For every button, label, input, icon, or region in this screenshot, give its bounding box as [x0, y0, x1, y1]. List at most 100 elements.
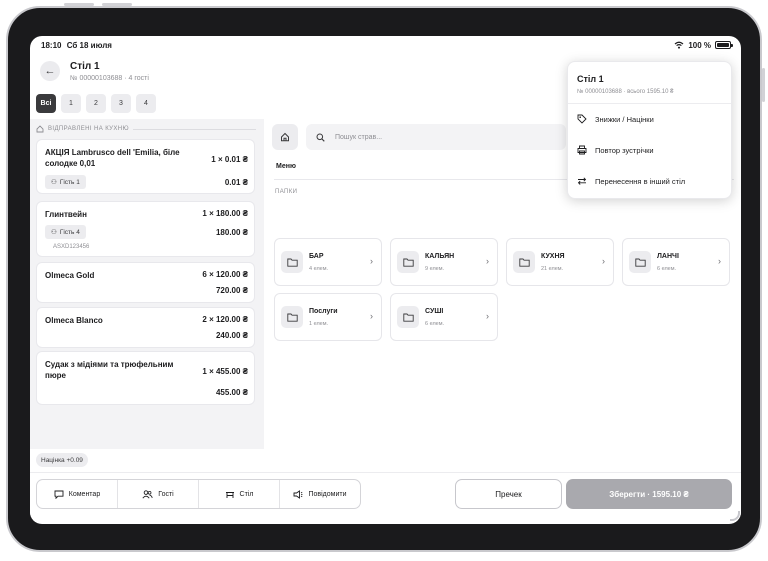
- menu-item-transfer-table[interactable]: Перенесення в інший стіл: [577, 171, 685, 191]
- comment-icon: [54, 490, 64, 499]
- order-item-total: 180.00 ₴: [215, 228, 248, 237]
- order-item[interactable]: Olmeca Blanco 2 × 120.00 ₴ 240.00 ₴: [36, 307, 255, 348]
- hardware-button-top-1: [64, 3, 94, 6]
- tab-guest-4[interactable]: 4: [136, 94, 156, 113]
- comment-button[interactable]: Коментар: [37, 480, 117, 508]
- folder-sushi[interactable]: СУШІ 6 елем. ›: [390, 293, 498, 341]
- home-button[interactable]: [272, 124, 298, 150]
- table-button-label: Стіл: [239, 490, 254, 498]
- guest-tabs: Всі 1 2 3 4: [36, 94, 156, 113]
- save-button[interactable]: Зберегти · 1595.10 ₴: [566, 479, 732, 509]
- folder-bar[interactable]: БАР 4 елем. ›: [274, 238, 382, 286]
- order-item-total: 0.01 ₴: [224, 178, 248, 187]
- order-item-name: Судак з мідіями та трюфельним пюре: [45, 360, 174, 380]
- tab-guest-3[interactable]: 3: [111, 94, 131, 113]
- megaphone-icon: [294, 489, 303, 499]
- order-item-name: Olmeca Blanco: [45, 316, 103, 325]
- folder-count: 1 елем.: [309, 321, 329, 327]
- page-subtitle: № 00000103688 · 4 гості: [70, 74, 149, 82]
- table-icon: [225, 491, 234, 498]
- back-button[interactable]: ←: [40, 61, 60, 81]
- status-bar: 18:10 Сб 18 июля 100 %: [30, 36, 741, 54]
- order-item-quantity: 1 × 180.00 ₴: [202, 209, 248, 218]
- order-item-quantity: 1 × 455.00 ₴: [202, 367, 248, 376]
- battery-icon: [715, 41, 733, 49]
- surcharge-badge[interactable]: Націнка +0.09: [36, 453, 88, 467]
- menu-item-discounts[interactable]: Знижки / Націнки: [577, 109, 654, 129]
- search-input[interactable]: Пошук страв...: [306, 124, 566, 150]
- chevron-right-icon: ›: [486, 256, 489, 266]
- order-item-total: 455.00 ₴: [215, 388, 248, 397]
- folder-icon: [281, 251, 303, 273]
- popover-subtitle: № 00000103688 · всього 1595.10 ₴: [577, 89, 674, 95]
- guests-button[interactable]: Гості: [117, 480, 198, 508]
- popover-divider: [568, 103, 731, 104]
- section-label: ВІДПРАВЛЕНІ НА КУХНЮ: [48, 126, 129, 132]
- page-title: Стіл 1: [70, 60, 100, 72]
- order-item[interactable]: Судак з мідіями та трюфельним пюре 1 × 4…: [36, 351, 255, 405]
- guests-button-label: Гості: [158, 490, 174, 498]
- folder-icon: [281, 306, 303, 328]
- menu-item-label: Повтор зустрічки: [595, 145, 654, 155]
- chevron-right-icon: ›: [602, 256, 605, 266]
- app-screen: 18:10 Сб 18 июля 100 % ← Стіл 1 № 000001…: [30, 36, 741, 524]
- person-icon: ⚇: [51, 229, 57, 236]
- order-item-total: 720.00 ₴: [215, 286, 248, 295]
- section-divider: [132, 128, 256, 130]
- chevron-right-icon: ›: [486, 311, 489, 321]
- table-button[interactable]: Стіл: [198, 480, 279, 508]
- arrow-left-icon: ←: [44, 65, 56, 77]
- chevron-right-icon: ›: [370, 256, 373, 266]
- chevron-right-icon: ›: [718, 256, 721, 266]
- order-item-quantity: 6 × 120.00 ₴: [202, 270, 248, 279]
- menu-item-repeat-order[interactable]: Повтор зустрічки: [577, 140, 654, 160]
- order-item-name: Olmeca Gold: [45, 271, 95, 280]
- bottom-action-bar: Коментар Гості Стіл Повідомити Пречек Зб…: [30, 472, 741, 522]
- guest-tag[interactable]: ⚇ Гість 4: [45, 225, 86, 239]
- folder-hookah[interactable]: КАЛЬЯН 9 елем. ›: [390, 238, 498, 286]
- folder-count: 6 елем.: [425, 321, 445, 327]
- tab-all-guests[interactable]: Всі: [36, 94, 56, 113]
- folder-kitchen[interactable]: КУХНЯ 21 елем. ›: [506, 238, 614, 286]
- notify-button-label: Повідомити: [308, 490, 347, 498]
- sent-icon: [36, 125, 44, 133]
- menu-item-label: Перенесення в інший стіл: [595, 176, 686, 186]
- folder-name: БАР: [309, 253, 324, 260]
- tab-guest-1[interactable]: 1: [61, 94, 81, 113]
- order-item-total: 240.00 ₴: [215, 331, 248, 340]
- folder-name: ЛАНЧІ: [657, 253, 679, 260]
- battery-percent: 100 %: [688, 40, 711, 50]
- order-item-quantity: 1 × 0.01 ₴: [211, 155, 248, 164]
- folder-name: КУХНЯ: [541, 253, 565, 260]
- order-panel: ВІДПРАВЛЕНІ НА КУХНЮ АКЦІЯ Lambrusco del…: [30, 119, 264, 449]
- precheck-button[interactable]: Пречек: [455, 479, 562, 509]
- guest-tag-label: Гість 1: [59, 178, 80, 186]
- guest-tag[interactable]: ⚇ Гість 1: [45, 175, 86, 189]
- order-item[interactable]: Olmeca Gold 6 × 120.00 ₴ 720.00 ₴: [36, 262, 255, 303]
- folder-services[interactable]: Послуги 1 елем. ›: [274, 293, 382, 341]
- folder-lunches[interactable]: ЛАНЧІ 6 елем. ›: [622, 238, 730, 286]
- home-icon: [281, 132, 289, 142]
- order-item-code: ASXD123456: [53, 244, 90, 250]
- notify-button[interactable]: Повідомити: [279, 480, 360, 508]
- wifi-icon: [674, 41, 684, 49]
- folder-icon: [397, 251, 419, 273]
- person-icon: ⚇: [51, 179, 57, 186]
- table-options-popover: Стіл 1 № 00000103688 · всього 1595.10 ₴ …: [567, 61, 732, 199]
- tab-guest-2[interactable]: 2: [86, 94, 106, 113]
- search-placeholder: Пошук страв...: [335, 133, 383, 141]
- hardware-button-top-2: [102, 3, 132, 6]
- folder-count: 6 елем.: [657, 266, 677, 272]
- menu-item-label: Знижки / Націнки: [595, 114, 654, 124]
- folder-count: 21 елем.: [541, 266, 564, 272]
- folder-count: 9 елем.: [425, 266, 445, 272]
- order-item[interactable]: АКЦІЯ Lambrusco dell 'Emilia, біле солод…: [36, 139, 255, 194]
- printer-icon: [577, 145, 587, 155]
- status-indicators: 100 %: [674, 40, 733, 50]
- order-item[interactable]: Глинтвейн 1 × 180.00 ₴ ⚇ Гість 4 180.00 …: [36, 201, 255, 257]
- folder-name: СУШІ: [425, 308, 444, 315]
- chevron-right-icon: ›: [370, 311, 373, 321]
- order-item-name: АКЦІЯ Lambrusco dell 'Emilia, біле солод…: [45, 148, 180, 168]
- tab-menu[interactable]: Меню: [276, 163, 296, 170]
- folder-icon: [513, 251, 535, 273]
